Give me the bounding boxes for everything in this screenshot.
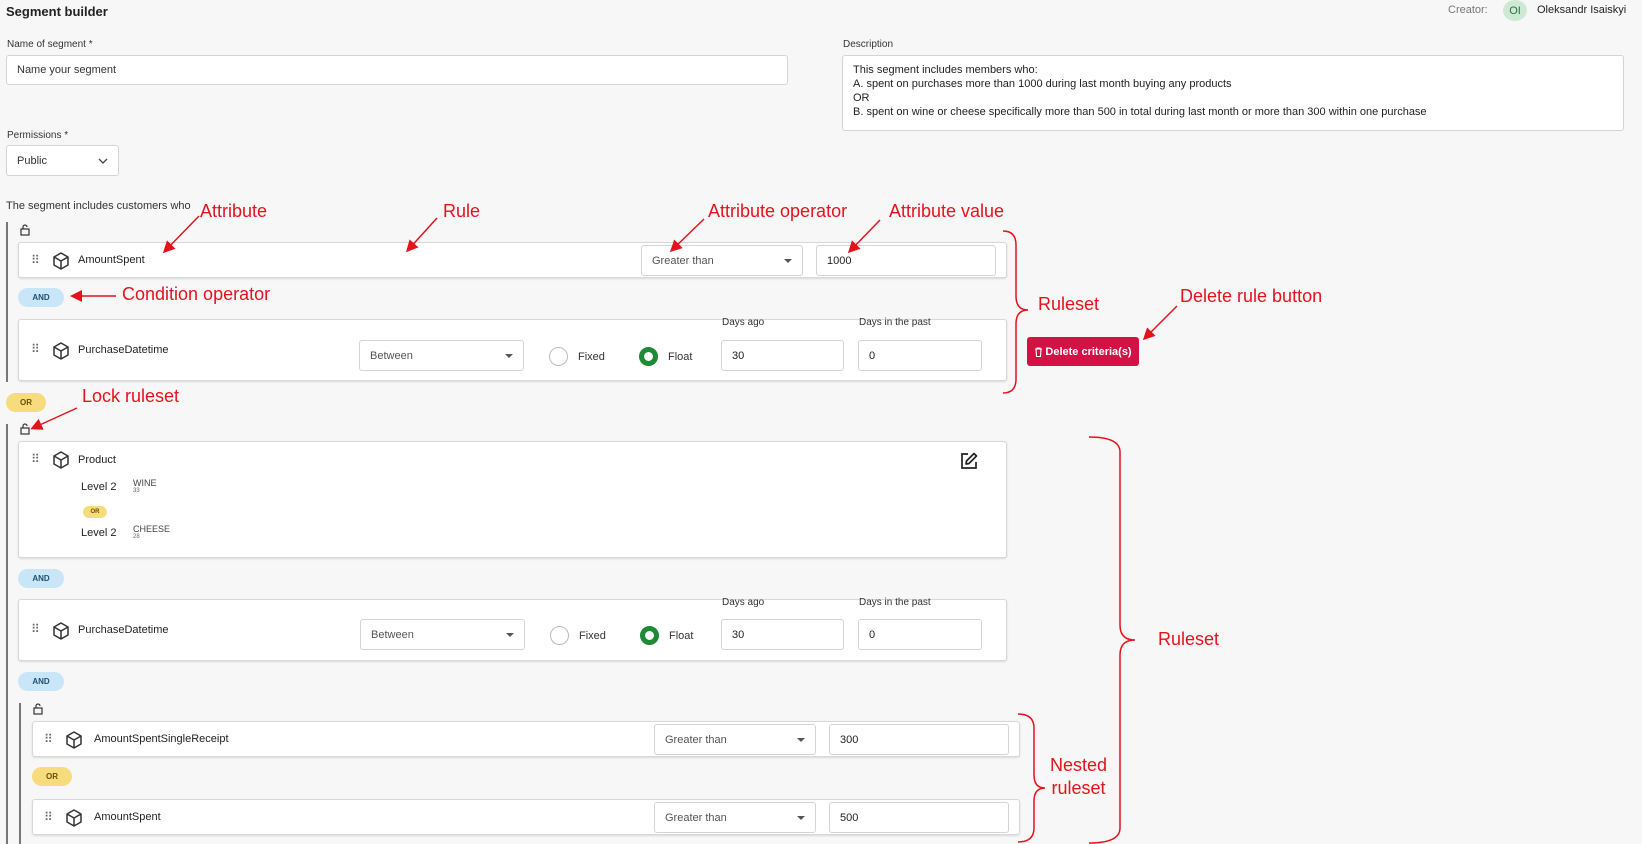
annotation-attribute-operator: Attribute operator [708,201,848,221]
annotation-condition-operator: Condition operator [122,284,271,304]
annotation-attribute: Attribute [200,201,268,221]
annotation-lock-ruleset: Lock ruleset [82,386,180,406]
annotation-arrows [30,215,1178,844]
annotation-ruleset: Ruleset [1038,294,1100,314]
annotation-rule: Rule [443,201,481,221]
annotation-delete-rule-button: Delete rule button [1180,286,1323,306]
annotation-ruleset: Ruleset [1158,629,1220,649]
annotation-nested-ruleset: Nested ruleset [1050,755,1108,798]
annotation-attribute-value: Attribute value [889,201,1005,221]
